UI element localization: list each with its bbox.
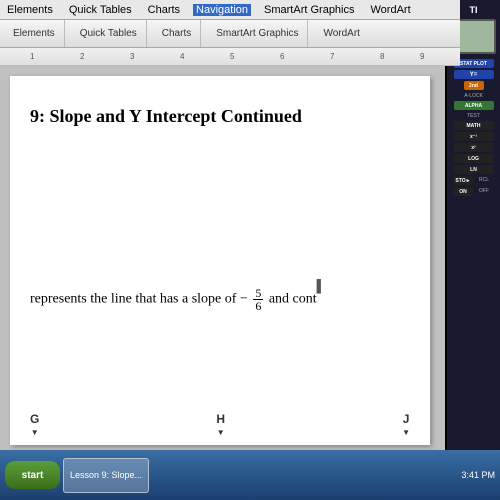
ruler-tick-2: 2 [80,52,84,61]
toolbar-quick-tables-btn[interactable]: Quick Tables [75,26,142,41]
toolbar-group-2: Quick Tables [71,20,147,47]
toolbar-group-3: Charts [153,20,201,47]
ruler: 1 2 3 4 5 6 7 8 9 [0,48,460,66]
calc-test-label: TEST [449,113,498,119]
toolbar-group-1: Elements [4,20,65,47]
calc-sto-btn[interactable]: STO► [454,176,473,185]
calc-on-btn[interactable]: ON [454,187,473,196]
content-prefix: represents the line that has a slope of … [30,292,248,307]
toolbar-group-5: WordArt [314,20,369,47]
col-label-h: H ▼ [216,412,225,437]
col-j-text: J [403,412,410,426]
calc-row-y: Y= [449,70,498,79]
ruler-tick-1: 1 [30,52,34,61]
ruler-tick-4: 4 [180,52,184,61]
calc-math-btn[interactable]: MATH [454,121,494,130]
calc-row-on: ON OFF [449,187,498,196]
taskbar: start Lesson 9: Slope... 3:41 PM [0,450,500,500]
col-g-arrow: ▼ [31,428,39,437]
menu-quick-tables[interactable]: Quick Tables [66,4,135,16]
calc-alock-label: A-LOCK [449,93,498,99]
calc-row-alpha2: ALPHA [449,101,498,110]
col-label-g: G ▼ [30,412,39,437]
calc-row-log: LOG [449,154,498,163]
calculator: TI STAT PLOT Y= 2nd A-LOCK ALPHA TEST MA… [445,0,500,500]
ruler-tick-5: 5 [230,52,234,61]
document-content: represents the line that has a slope of … [30,287,410,312]
col-g-text: G [30,412,39,426]
ruler-tick-6: 6 [280,52,284,61]
toolbar-elements-btn[interactable]: Elements [8,26,60,41]
toolbar-group-4: SmartArt Graphics [207,20,308,47]
calc-row-math: MATH [449,121,498,130]
ruler-tick-7: 7 [330,52,334,61]
content-suffix: and cont [269,292,317,307]
cursor-indicator: ▌ [317,279,325,291]
calc-2nd-btn[interactable]: 2nd [464,81,484,90]
toolbar-charts-btn[interactable]: Charts [157,26,196,41]
clock-time: 3:41 PM [461,470,495,480]
calc-off-label: OFF [475,188,494,196]
calc-row-ln: LN [449,165,498,174]
fraction-denominator: 6 [253,300,263,312]
col-h-text: H [216,412,225,426]
calc-row-sto: STO► RCL [449,176,498,185]
calc-row-test: TEST [449,112,498,119]
start-button[interactable]: start [5,461,60,489]
menu-charts[interactable]: Charts [145,4,183,16]
column-labels: G ▼ H ▼ J ▼ [30,412,410,437]
toolbar-smartart-btn[interactable]: SmartArt Graphics [211,26,303,41]
menu-elements[interactable]: Elements [4,4,56,16]
calc-row-alpha: A-LOCK [449,92,498,99]
ruler-tick-3: 3 [130,52,134,61]
toolbar-wordart-btn[interactable]: WordArt [318,26,365,41]
menu-wordart[interactable]: WordArt [368,4,414,16]
taskbar-app-lesson[interactable]: Lesson 9: Slope... [63,458,149,493]
col-label-j: J ▼ [402,412,410,437]
ruler-tick-9: 9 [420,52,424,61]
calc-ln-btn[interactable]: LN [454,165,494,174]
page: 9: Slope and Y Intercept Continued repre… [10,76,430,445]
calc-row-2nd: 2nd [449,81,498,90]
calc-row-xinv: x⁻¹ [449,132,498,141]
fraction: 5 6 [253,287,263,312]
taskbar-clock: 3:41 PM [461,470,495,480]
calc-brand: TI [470,5,478,15]
menu-smartart[interactable]: SmartArt Graphics [261,4,357,16]
calc-xsq-btn[interactable]: x² [454,143,494,152]
menu-navigation[interactable]: Navigation [193,4,251,16]
ruler-tick-8: 8 [380,52,384,61]
document-area: 9: Slope and Y Intercept Continued repre… [0,66,460,450]
calc-y-btn[interactable]: Y= [454,70,494,79]
calc-rcl-label: RCL [475,177,494,185]
col-j-arrow: ▼ [402,428,410,437]
calc-row-xsq: x² [449,143,498,152]
toolbar: Elements Quick Tables Charts SmartArt Gr… [0,20,460,48]
col-h-arrow: ▼ [217,428,225,437]
document-title: 9: Slope and Y Intercept Continued [30,106,410,127]
calc-log-btn[interactable]: LOG [454,154,494,163]
calc-xinv-btn[interactable]: x⁻¹ [454,132,494,141]
calc-alpha-btn[interactable]: ALPHA [454,101,494,110]
menu-bar: Elements Quick Tables Charts Navigation … [0,0,460,20]
calc-logo: TI [470,5,478,15]
